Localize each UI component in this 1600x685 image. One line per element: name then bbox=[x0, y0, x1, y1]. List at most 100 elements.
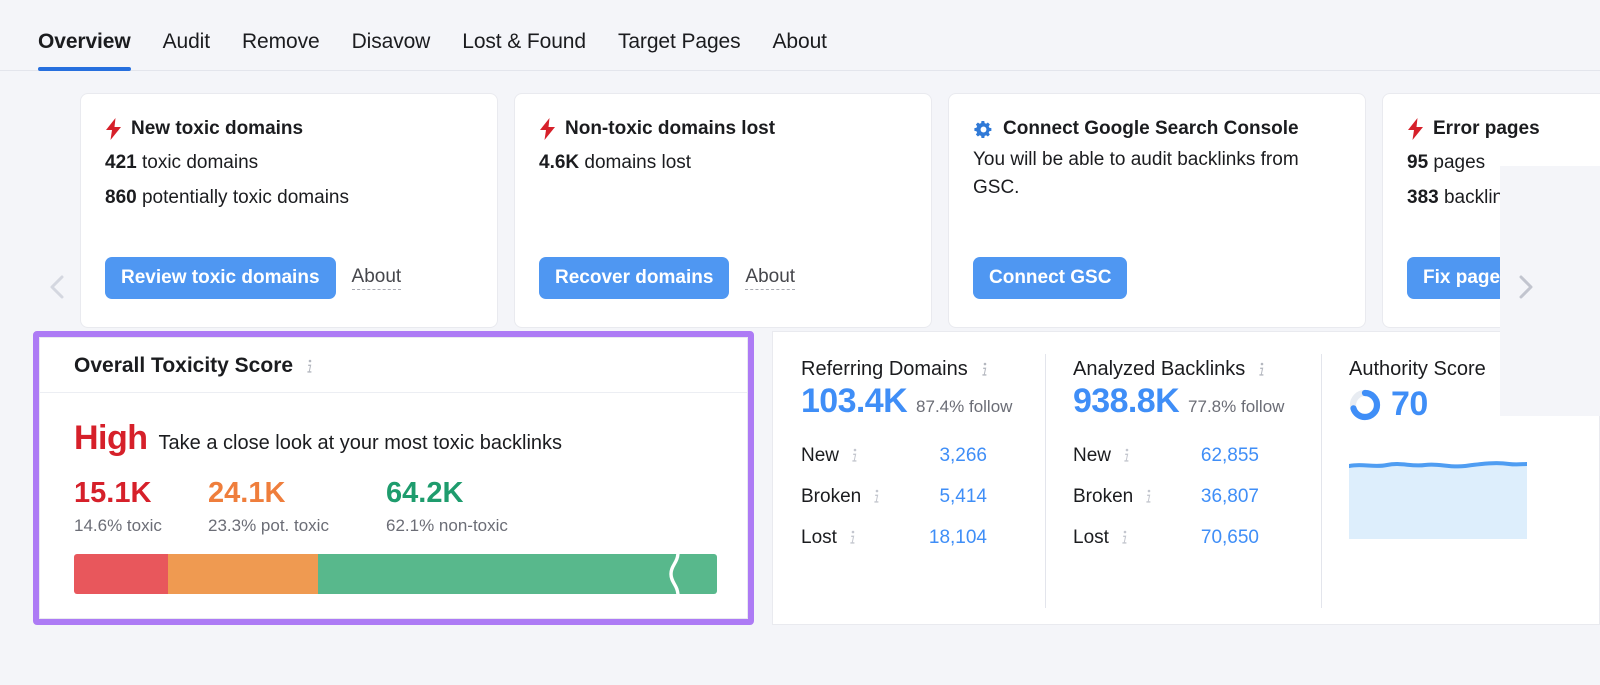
info-icon[interactable] bbox=[1255, 361, 1268, 378]
row-label: New bbox=[801, 445, 839, 467]
metric-header: Referring Domains bbox=[801, 358, 1017, 381]
authority-score-sparkline-chart bbox=[1349, 459, 1527, 539]
authority-score-value: 70 bbox=[1391, 385, 1428, 424]
carousel-prev-button[interactable] bbox=[42, 267, 72, 307]
overview-bottom-row: Overall Toxicity Score High Take a close… bbox=[0, 323, 1600, 653]
row-label-wrap: New bbox=[1073, 445, 1149, 467]
row-value[interactable]: 70,650 bbox=[1149, 527, 1259, 549]
row-label: Lost bbox=[1073, 527, 1109, 549]
metric-title: Authority Score bbox=[1349, 358, 1486, 381]
stat-label: 14.6% toxic bbox=[74, 516, 208, 536]
tab-remove[interactable]: Remove bbox=[242, 30, 320, 70]
tab-overview[interactable]: Overview bbox=[38, 30, 131, 70]
info-icon[interactable] bbox=[1120, 447, 1133, 464]
toxicity-stat-potentially-toxic: 24.1K 23.3% pot. toxic bbox=[208, 478, 386, 536]
card-about-link[interactable]: About bbox=[352, 266, 402, 290]
card-stat-line: 860 potentially toxic domains bbox=[105, 181, 473, 216]
row-value[interactable]: 36,807 bbox=[1149, 486, 1259, 508]
stat-label: 23.3% pot. toxic bbox=[208, 516, 386, 536]
stat-label: 62.1% non-toxic bbox=[386, 516, 508, 536]
card-about-link[interactable]: About bbox=[745, 266, 795, 290]
metric-title: Referring Domains bbox=[801, 358, 968, 381]
toxicity-verdict-row: High Take a close look at your most toxi… bbox=[74, 419, 713, 458]
card-stat-value: 95 bbox=[1407, 152, 1428, 173]
card-non-toxic-domains-lost[interactable]: Non-toxic domains lost 4.6K domains lost… bbox=[514, 93, 932, 328]
metric-row-new: New 3,266 bbox=[801, 435, 1017, 476]
metric-row-broken: Broken 5,414 bbox=[801, 476, 1017, 517]
authority-score-donut-icon bbox=[1349, 389, 1381, 421]
card-connect-google-search-console[interactable]: Connect Google Search Console You will b… bbox=[948, 93, 1366, 328]
card-actions: Recover domains About bbox=[539, 257, 795, 299]
card-stat-value: 860 bbox=[105, 187, 137, 208]
metric-big-value: 103.4K bbox=[801, 382, 907, 421]
info-icon[interactable] bbox=[1118, 529, 1131, 546]
row-label-wrap: Lost bbox=[1073, 527, 1149, 549]
toxicity-panel-header: Overall Toxicity Score bbox=[40, 338, 747, 393]
card-title: Error pages bbox=[1433, 118, 1540, 140]
lightning-bolt-icon bbox=[105, 118, 122, 140]
card-header: Connect Google Search Console bbox=[973, 118, 1341, 140]
tab-target-pages[interactable]: Target Pages bbox=[618, 30, 741, 70]
card-stat-text: potentially toxic domains bbox=[137, 187, 349, 208]
card-title: New toxic domains bbox=[131, 118, 303, 140]
row-value[interactable]: 18,104 bbox=[877, 527, 987, 549]
card-stat-text: pages bbox=[1428, 152, 1485, 173]
card-stat-text: domains lost bbox=[579, 152, 691, 173]
info-icon[interactable] bbox=[978, 361, 991, 378]
cards-track: New toxic domains 421 toxic domains 860 … bbox=[0, 93, 1600, 328]
review-toxic-domains-button[interactable]: Review toxic domains bbox=[105, 257, 336, 299]
metric-follow-pct: 87.4% follow bbox=[916, 397, 1012, 417]
metric-title: Analyzed Backlinks bbox=[1073, 358, 1245, 381]
metric-primary-row: 938.8K 77.8% follow bbox=[1073, 382, 1293, 421]
bar-segment-toxic bbox=[74, 554, 168, 594]
card-stat-value: 4.6K bbox=[539, 152, 579, 173]
stat-value: 64.2K bbox=[386, 478, 508, 510]
toxicity-distribution-bar bbox=[74, 554, 717, 594]
row-label: New bbox=[1073, 445, 1111, 467]
carousel-next-button[interactable] bbox=[1510, 267, 1540, 307]
overall-toxicity-score-panel: Overall Toxicity Score High Take a close… bbox=[39, 337, 748, 619]
tab-about[interactable]: About bbox=[773, 30, 827, 70]
card-header: Error pages bbox=[1407, 118, 1600, 140]
panel-title: Overall Toxicity Score bbox=[74, 354, 293, 378]
lightning-bolt-icon bbox=[1407, 118, 1424, 140]
bar-segment-non-toxic bbox=[318, 554, 717, 594]
card-actions: Connect GSC bbox=[973, 257, 1127, 299]
card-stat-line: 421 toxic domains bbox=[105, 146, 473, 181]
card-new-toxic-domains[interactable]: New toxic domains 421 toxic domains 860 … bbox=[80, 93, 498, 328]
metric-referring-domains: Referring Domains 103.4K 87.4% follow Ne… bbox=[773, 358, 1045, 624]
metric-primary-row: 103.4K 87.4% follow bbox=[801, 382, 1017, 421]
main-tab-bar: Overview Audit Remove Disavow Lost & Fou… bbox=[0, 0, 1600, 71]
chevron-right-icon bbox=[1510, 267, 1540, 307]
row-value[interactable]: 62,855 bbox=[1149, 445, 1259, 467]
toxicity-stat-non-toxic: 64.2K 62.1% non-toxic bbox=[386, 478, 508, 536]
toxicity-stats: 15.1K 14.6% toxic 24.1K 23.3% pot. toxic… bbox=[74, 478, 713, 536]
tab-audit[interactable]: Audit bbox=[163, 30, 210, 70]
row-label-wrap: Broken bbox=[1073, 486, 1149, 508]
toxicity-stat-toxic: 15.1K 14.6% toxic bbox=[74, 478, 208, 536]
gear-icon bbox=[973, 119, 994, 140]
row-label: Broken bbox=[801, 486, 861, 508]
card-description: You will be able to audit backlinks from… bbox=[973, 146, 1333, 202]
bar-segment-potentially-toxic bbox=[168, 554, 318, 594]
row-value[interactable]: 5,414 bbox=[877, 486, 987, 508]
row-label-wrap: Lost bbox=[801, 527, 877, 549]
tab-disavow[interactable]: Disavow bbox=[352, 30, 431, 70]
tab-lost-and-found[interactable]: Lost & Found bbox=[462, 30, 586, 70]
info-icon[interactable] bbox=[848, 447, 861, 464]
info-icon[interactable] bbox=[846, 529, 859, 546]
info-icon[interactable] bbox=[303, 358, 316, 375]
card-actions: Review toxic domains About bbox=[105, 257, 401, 299]
notification-cards-carousel: New toxic domains 421 toxic domains 860 … bbox=[0, 71, 1600, 323]
metric-row-broken: Broken 36,807 bbox=[1073, 476, 1293, 517]
toxicity-panel-body: High Take a close look at your most toxi… bbox=[40, 393, 747, 594]
recover-domains-button[interactable]: Recover domains bbox=[539, 257, 729, 299]
connect-gsc-button[interactable]: Connect GSC bbox=[973, 257, 1127, 299]
row-value[interactable]: 3,266 bbox=[877, 445, 987, 467]
row-label: Lost bbox=[801, 527, 837, 549]
card-title: Connect Google Search Console bbox=[1003, 118, 1299, 140]
chevron-left-icon bbox=[42, 267, 72, 307]
card-stat-text: toxic domains bbox=[137, 152, 258, 173]
toxicity-advice: Take a close look at your most toxic bac… bbox=[159, 432, 563, 455]
card-header: Non-toxic domains lost bbox=[539, 118, 907, 140]
